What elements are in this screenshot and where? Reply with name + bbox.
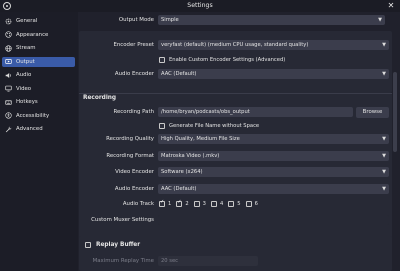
sidebar-item-appearance[interactable]: Appearance (2, 30, 75, 41)
browse-button[interactable]: Browse (356, 106, 389, 118)
sidebar-item-stream[interactable]: Stream (2, 43, 75, 54)
title-bar: Settings ✕ (0, 0, 400, 12)
sidebar-item-label: Accessibility (16, 112, 50, 119)
sidebar-item-label: Hotkeys (16, 99, 38, 106)
output-mode-select[interactable]: Simple ▼ (158, 15, 385, 25)
recording-audio-encoder-label: Audio Encoder (114, 186, 154, 192)
chevron-down-icon: ▼ (382, 153, 386, 159)
recording-quality-label: Recording Quality (106, 136, 154, 142)
encoder-preset-label: Encoder Preset (113, 42, 154, 48)
chevron-down-icon: ▼ (382, 71, 386, 77)
speaker-icon (5, 72, 11, 78)
encoder-preset-select[interactable]: veryfast (default) (medium CPU usage, st… (158, 40, 389, 50)
gear-icon (5, 18, 12, 25)
audio-track-label: Audio Track (122, 201, 154, 207)
audio-track-3-label: 3 (202, 200, 206, 207)
audio-track-5-checkbox[interactable] (228, 200, 235, 207)
wrench-icon (5, 126, 12, 133)
audio-track-1-label: 1 (168, 200, 172, 207)
streaming-audio-encoder-label: Audio Encoder (114, 71, 154, 77)
streaming-section: Encoder Preset veryfast (default) (mediu… (79, 31, 392, 93)
streaming-audio-encoder-select[interactable]: AAC (Default) ▼ (158, 69, 389, 79)
audio-track-5-label: 5 (237, 200, 241, 207)
sidebar-item-video[interactable]: Video (2, 84, 75, 95)
audio-track-4-label: 4 (219, 200, 224, 207)
recording-format-value: Matroska Video (.mkv) (161, 153, 220, 159)
video-encoder-value: Software (x264) (161, 169, 203, 175)
custom-muxer-input[interactable] (158, 215, 389, 225)
window-title: Settings (187, 2, 213, 9)
audio-track-group: ✓ 1 ✓ 2 3 4 5 6 (159, 199, 263, 207)
scrollbar[interactable] (393, 12, 397, 271)
custom-muxer-label: Custom Muxer Settings (91, 217, 154, 223)
close-icon[interactable]: ✕ (386, 1, 396, 11)
sidebar-item-label: General (16, 18, 38, 25)
audio-track-3-checkbox[interactable] (193, 200, 200, 207)
output-icon (5, 59, 12, 65)
recording-audio-encoder-value: AAC (Default) (161, 186, 197, 192)
chevron-down-icon: ▼ (382, 136, 386, 142)
sidebar-item-general[interactable]: General (2, 16, 75, 27)
no-space-label: Generate File Name without Space (169, 123, 260, 129)
streaming-audio-encoder-value: AAC (Default) (161, 71, 197, 77)
keyboard-icon (5, 100, 12, 105)
output-mode-value: Simple (161, 17, 179, 23)
recording-format-label: Recording Format (106, 153, 154, 159)
encoder-preset-value: veryfast (default) (medium CPU usage, st… (161, 42, 309, 48)
recording-title: Recording (83, 95, 117, 101)
scrollbar-thumb[interactable] (393, 72, 397, 152)
replay-buffer-section: Replay Buffer Maximum Replay Time 20 sec (79, 236, 392, 271)
output-mode-label: Output Mode (118, 17, 154, 23)
chevron-down-icon: ▼ (382, 186, 386, 192)
recording-path-input[interactable]: /home/bryan/podcasts/obs_output (158, 107, 353, 117)
audio-track-6-checkbox[interactable] (245, 200, 252, 207)
custom-encoder-checkbox[interactable] (159, 57, 165, 63)
sidebar-item-advanced[interactable]: Advanced (2, 124, 75, 135)
settings-sidebar: General Appearance Stream Output Audio V… (0, 12, 78, 271)
recording-quality-select[interactable]: High Quality, Medium File Size ▼ (158, 134, 389, 144)
chevron-down-icon: ▼ (382, 42, 386, 48)
section-divider (79, 93, 392, 94)
sidebar-item-label: Stream (16, 45, 36, 52)
sidebar-item-label: Video (16, 85, 32, 92)
chevron-down-icon: ▼ (382, 169, 386, 175)
replay-buffer-title: Replay Buffer (96, 241, 141, 248)
globe-icon (5, 45, 12, 52)
monitor-icon (5, 85, 12, 92)
video-encoder-label: Video Encoder (115, 169, 154, 175)
audio-track-2-label: 2 (185, 200, 189, 207)
audio-track-4-checkbox[interactable] (210, 200, 217, 207)
sidebar-item-label: Appearance (16, 31, 49, 38)
recording-path-label: Recording Path (113, 109, 154, 115)
audio-track-6-label: 6 (254, 200, 258, 207)
sidebar-item-label: Output (16, 58, 35, 65)
recording-format-select[interactable]: Matroska Video (.mkv) ▼ (158, 151, 389, 161)
sidebar-item-output[interactable]: Output (2, 56, 75, 67)
palette-icon (5, 31, 12, 38)
max-replay-time-input[interactable]: 20 sec (158, 256, 258, 266)
audio-track-2-checkbox[interactable]: ✓ (176, 199, 183, 207)
recording-audio-encoder-select[interactable]: AAC (Default) ▼ (158, 184, 389, 194)
sidebar-item-label: Audio (16, 72, 32, 79)
no-space-checkbox[interactable] (159, 123, 165, 129)
sidebar-item-hotkeys[interactable]: Hotkeys (2, 97, 75, 108)
custom-encoder-label: Enable Custom Encoder Settings (Advanced… (169, 57, 286, 63)
accessibility-icon (5, 112, 12, 119)
video-encoder-select[interactable]: Software (x264) ▼ (158, 167, 389, 177)
recording-section: Recording Recording Path /home/bryan/pod… (79, 93, 392, 243)
sidebar-item-label: Advanced (16, 126, 43, 133)
sidebar-item-accessibility[interactable]: Accessibility (2, 111, 75, 122)
chevron-down-icon: ▼ (378, 17, 382, 23)
recording-quality-value: High Quality, Medium File Size (161, 136, 240, 142)
settings-content: Output Mode Simple ▼ Encoder Preset very… (78, 12, 400, 271)
sidebar-item-audio[interactable]: Audio (2, 70, 75, 81)
max-replay-time-label: Maximum Replay Time (92, 258, 154, 264)
audio-track-1-checkbox[interactable]: ✓ (159, 199, 165, 207)
replay-buffer-checkbox[interactable] (85, 242, 91, 248)
